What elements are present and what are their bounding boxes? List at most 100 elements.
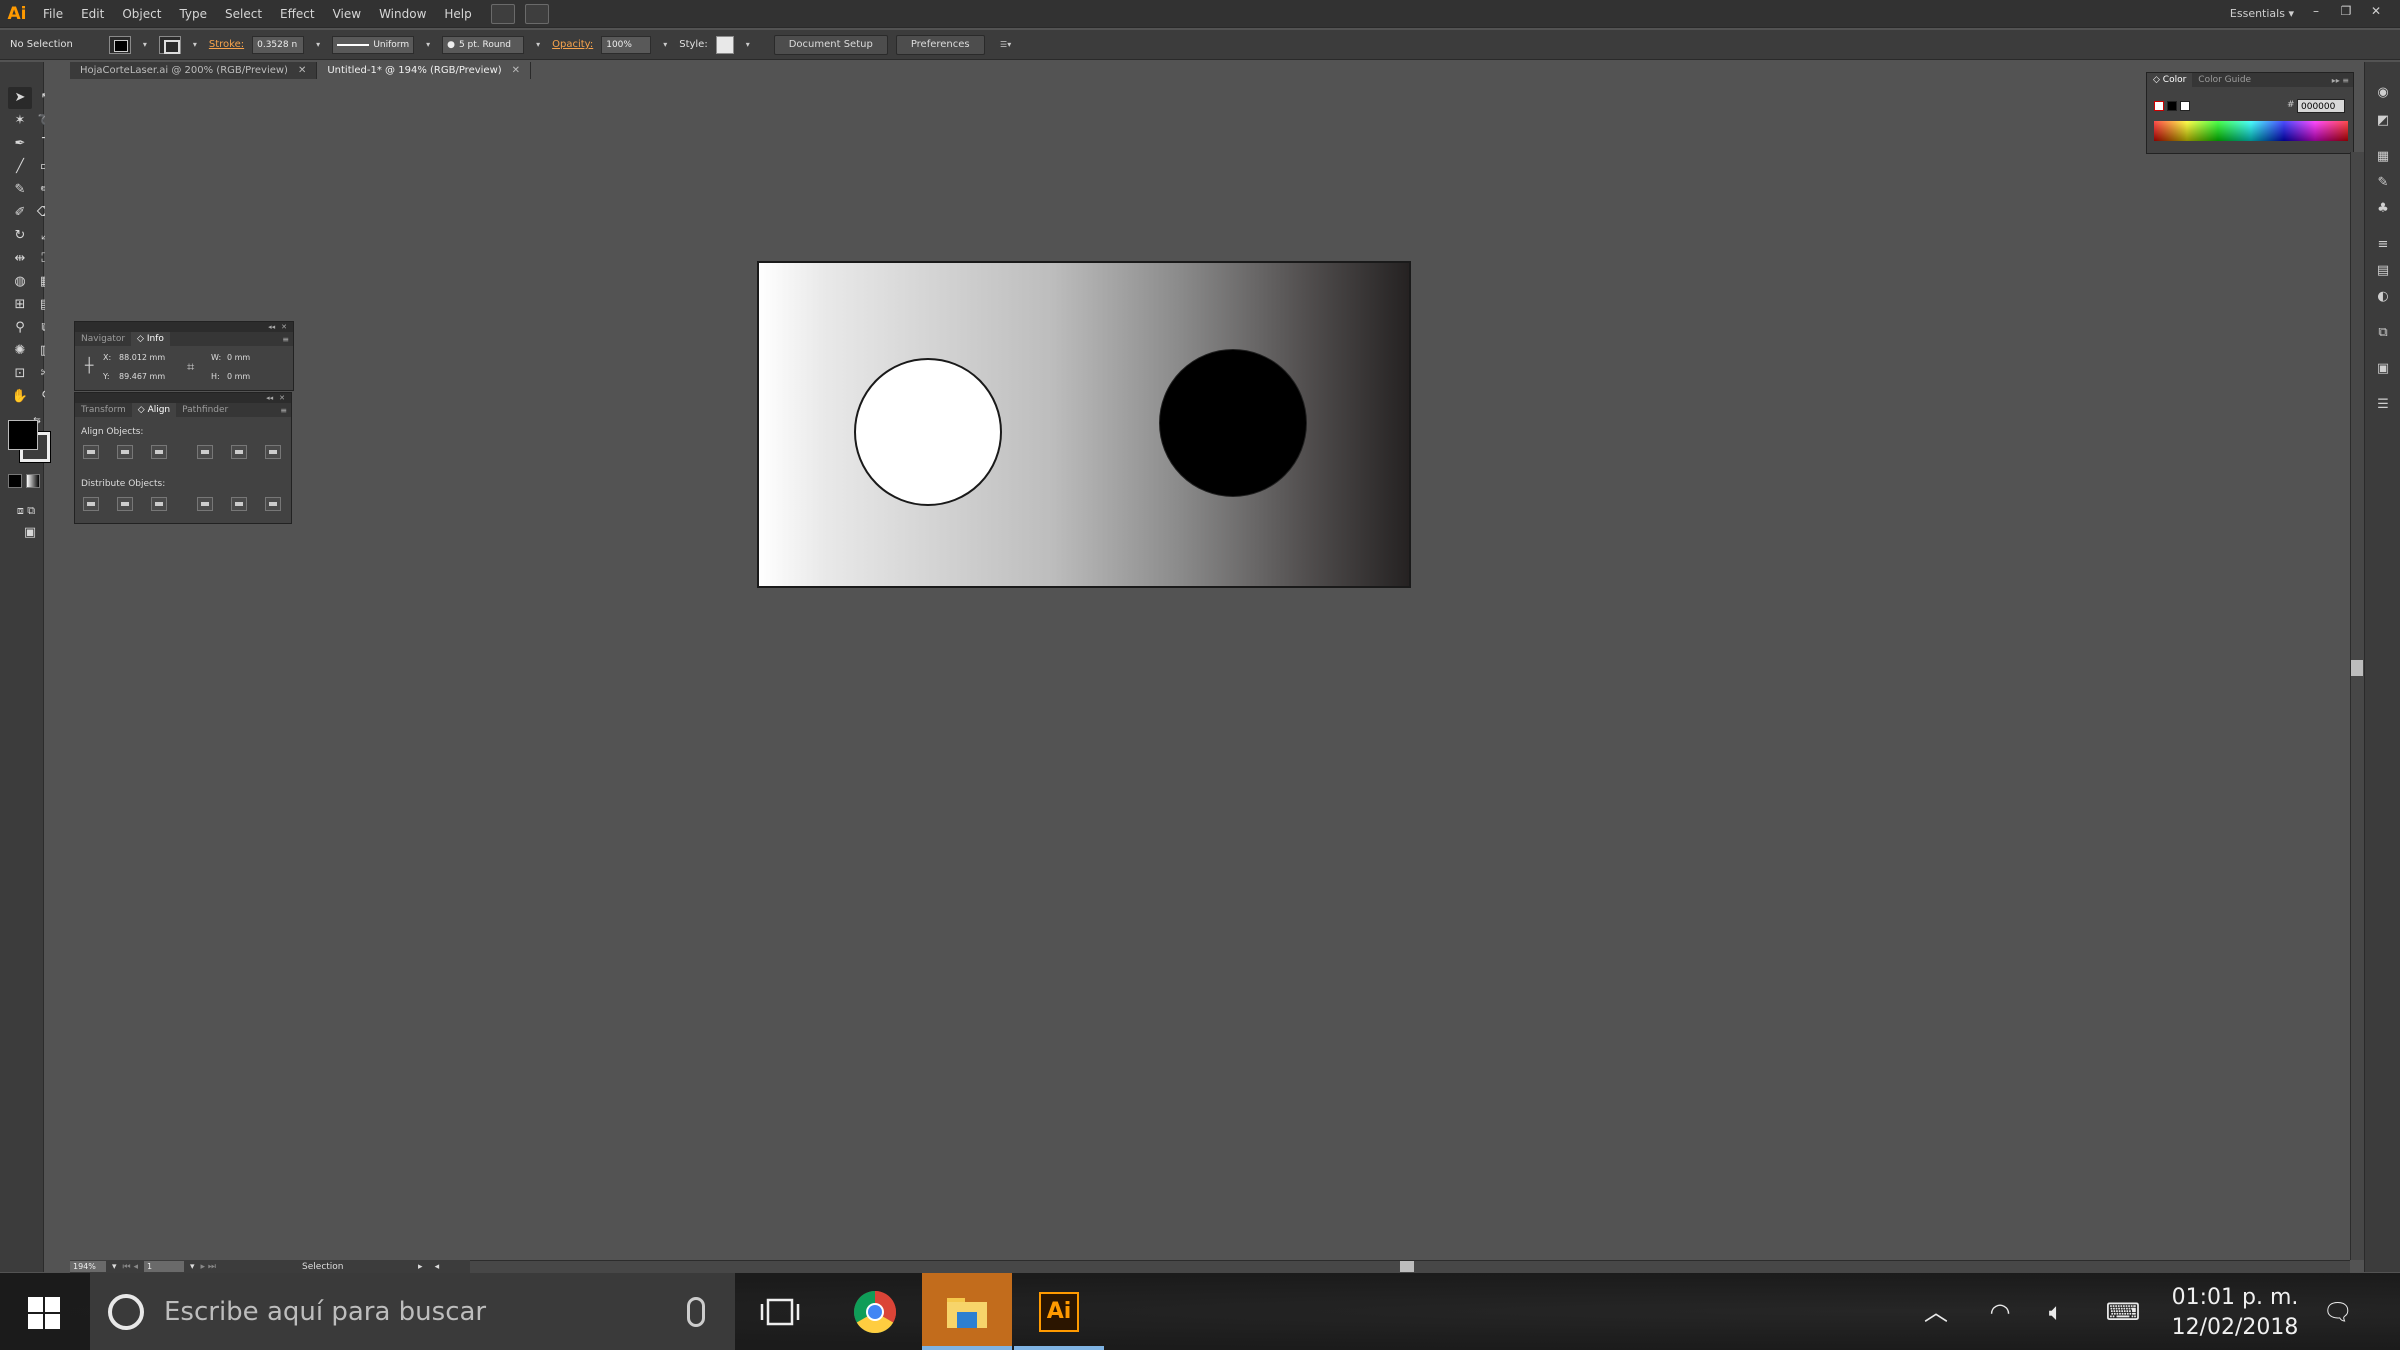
distribute-bottom-icon[interactable] bbox=[151, 497, 167, 511]
layers-icon[interactable]: ☰ bbox=[2374, 396, 2392, 414]
tab-pathfinder[interactable]: Pathfinder bbox=[176, 403, 234, 417]
close-button[interactable]: ✕ bbox=[2362, 0, 2390, 22]
color-panel-icon[interactable]: ◉ bbox=[2374, 84, 2392, 102]
close-tab-icon[interactable]: ✕ bbox=[298, 65, 306, 76]
tab-untitled-1[interactable]: Untitled-1* @ 194% (RGB/Preview) ✕ bbox=[317, 62, 532, 79]
arrange-documents-icon[interactable] bbox=[524, 3, 549, 24]
stroke-label[interactable]: Stroke: bbox=[209, 39, 244, 50]
artboard-tool-icon[interactable]: ⊡ bbox=[8, 363, 32, 385]
menu-help[interactable]: Help bbox=[435, 0, 480, 28]
none-swatch-icon[interactable] bbox=[2154, 101, 2164, 111]
tab-color-guide[interactable]: Color Guide bbox=[2192, 73, 2257, 87]
panel-close-icon[interactable]: ✕ bbox=[279, 393, 285, 403]
workspace-switcher[interactable]: Essentials ▾ bbox=[2230, 0, 2294, 28]
tab-color[interactable]: ◇ Color bbox=[2147, 73, 2193, 87]
restore-button[interactable]: ❐ bbox=[2332, 0, 2360, 22]
zoom-dropdown-icon[interactable]: ▾ bbox=[112, 1262, 117, 1272]
distribute-right-icon[interactable] bbox=[265, 497, 281, 511]
artboard[interactable] bbox=[757, 261, 1411, 588]
black-circle[interactable] bbox=[1159, 349, 1307, 497]
graphic-styles-icon[interactable]: ▣ bbox=[2374, 360, 2392, 378]
align-horizontal-center-icon[interactable] bbox=[117, 445, 133, 459]
selection-tool-icon[interactable]: ➤ bbox=[8, 87, 32, 109]
align-vertical-center-icon[interactable] bbox=[231, 445, 247, 459]
variable-width-profile[interactable]: Uniform bbox=[332, 35, 415, 54]
start-button[interactable] bbox=[0, 1273, 90, 1350]
horizontal-scroll-thumb[interactable] bbox=[1400, 1261, 1414, 1272]
scroll-left-icon[interactable]: ◂ bbox=[435, 1262, 440, 1272]
opacity-label[interactable]: Opacity: bbox=[552, 39, 593, 50]
artboard-dropdown-icon[interactable]: ▾ bbox=[190, 1262, 195, 1272]
vertical-scroll-thumb[interactable] bbox=[2351, 660, 2363, 676]
file-explorer-taskbar-button[interactable] bbox=[922, 1273, 1012, 1350]
document-setup-button[interactable]: Document Setup bbox=[773, 34, 888, 55]
gradient-mode-icon[interactable] bbox=[26, 474, 40, 488]
color-guide-icon[interactable]: ◩ bbox=[2374, 112, 2392, 130]
white-swatch[interactable] bbox=[2180, 101, 2190, 111]
artboard-field[interactable]: 1 bbox=[144, 1261, 185, 1272]
stroke-icon[interactable]: ≡ bbox=[2374, 236, 2392, 254]
canvas[interactable] bbox=[45, 79, 2350, 1260]
rotate-tool-icon[interactable]: ↻ bbox=[8, 225, 32, 247]
opacity-dropdown-icon[interactable]: ▾ bbox=[659, 36, 671, 54]
distribute-vertical-center-icon[interactable] bbox=[117, 497, 133, 511]
drawing-modes-icon[interactable]: ⧈ ⧉ bbox=[8, 500, 44, 522]
menu-object[interactable]: Object bbox=[113, 0, 170, 28]
panel-close-icon[interactable]: ✕ bbox=[281, 322, 287, 332]
fill-color-swatch[interactable] bbox=[108, 35, 131, 54]
preferences-button[interactable]: Preferences bbox=[895, 34, 985, 55]
distribute-horizontal-center-icon[interactable] bbox=[231, 497, 247, 511]
brushes-icon[interactable]: ✎ bbox=[2374, 174, 2392, 192]
control-bar-menu-icon[interactable]: ☰▾ bbox=[993, 36, 1019, 54]
menu-type[interactable]: Type bbox=[170, 0, 216, 28]
last-artboard-icon[interactable]: ▸ ⏭ bbox=[201, 1262, 216, 1272]
panel-menu-icon[interactable]: ▸▸ ≡ bbox=[2332, 76, 2353, 85]
hex-input[interactable]: 000000 bbox=[2297, 99, 2345, 113]
stroke-dropdown-icon[interactable]: ▾ bbox=[189, 36, 201, 54]
symbols-icon[interactable]: ♣ bbox=[2374, 200, 2392, 218]
menu-edit[interactable]: Edit bbox=[72, 0, 113, 28]
align-left-icon[interactable] bbox=[83, 445, 99, 459]
tab-transform[interactable]: Transform bbox=[75, 403, 132, 417]
minimize-button[interactable]: – bbox=[2302, 0, 2330, 22]
wifi-icon[interactable]: ◠ bbox=[1980, 1295, 2020, 1329]
tab-align[interactable]: ◇ Align bbox=[131, 403, 177, 417]
bridge-icon[interactable] bbox=[490, 3, 515, 24]
line-tool-icon[interactable]: ╱ bbox=[8, 156, 32, 178]
style-dropdown-icon[interactable]: ▾ bbox=[742, 36, 754, 54]
menu-select[interactable]: Select bbox=[216, 0, 271, 28]
close-tab-icon[interactable]: ✕ bbox=[512, 65, 520, 76]
stroke-weight-dropdown-icon[interactable]: ▾ bbox=[312, 36, 324, 54]
pen-tool-icon[interactable]: ✒ bbox=[8, 133, 32, 155]
cortana-icon[interactable] bbox=[108, 1293, 144, 1330]
action-center-icon[interactable]: 🗨︎ bbox=[2318, 1295, 2358, 1329]
show-hidden-icons-icon[interactable]: ︿ bbox=[1916, 1295, 1956, 1329]
microphone-icon[interactable] bbox=[687, 1297, 705, 1327]
fill-swatch[interactable] bbox=[8, 420, 38, 450]
tab-navigator[interactable]: Navigator bbox=[75, 332, 131, 346]
stroke-color-swatch[interactable] bbox=[158, 35, 181, 54]
color-mode-icon[interactable] bbox=[8, 474, 22, 488]
white-circle[interactable] bbox=[854, 358, 1002, 506]
hand-tool-icon[interactable]: ✋ bbox=[8, 386, 32, 408]
distribute-top-icon[interactable] bbox=[83, 497, 99, 511]
brush-definition[interactable]: ● 5 pt. Round bbox=[442, 35, 525, 54]
tab-hojacortelaser[interactable]: HojaCorteLaser.ai @ 200% (RGB/Preview) ✕ bbox=[70, 62, 318, 79]
status-menu-icon[interactable]: ▸ bbox=[418, 1262, 423, 1272]
shape-builder-tool-icon[interactable]: ◍ bbox=[8, 271, 32, 293]
swatches-icon[interactable]: ▦ bbox=[2374, 148, 2392, 166]
tab-info[interactable]: ◇ Info bbox=[131, 332, 170, 346]
align-right-icon[interactable] bbox=[151, 445, 167, 459]
first-artboard-icon[interactable]: ⏮ ◂ bbox=[123, 1262, 138, 1272]
appearance-icon[interactable]: ⧉ bbox=[2374, 324, 2392, 342]
align-bottom-icon[interactable] bbox=[265, 445, 281, 459]
panel-menu-icon[interactable]: ≡ bbox=[282, 335, 293, 344]
task-view-button[interactable] bbox=[735, 1273, 825, 1350]
eyedropper-tool-icon[interactable]: ⚲ bbox=[8, 317, 32, 339]
symbol-sprayer-tool-icon[interactable]: ✺ bbox=[8, 340, 32, 362]
zoom-field[interactable]: 194% bbox=[70, 1261, 106, 1272]
panel-header[interactable]: ◂◂ ✕ bbox=[75, 322, 293, 332]
align-top-icon[interactable] bbox=[197, 445, 213, 459]
illustrator-taskbar-button[interactable]: Ai bbox=[1014, 1273, 1104, 1350]
profile-dropdown-icon[interactable]: ▾ bbox=[422, 36, 434, 54]
